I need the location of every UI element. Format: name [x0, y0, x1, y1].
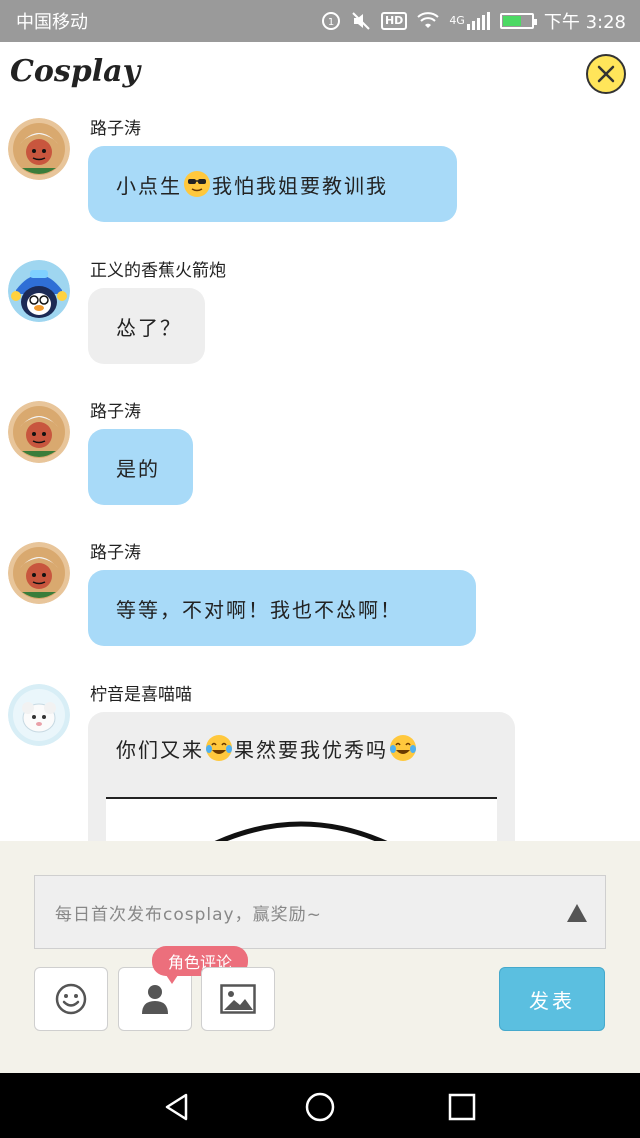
status-icons: 1 HD 4G 下午 3:28 [321, 8, 626, 34]
clock: 下午 3:28 [543, 12, 626, 33]
image-button[interactable] [201, 967, 275, 1031]
wifi-icon [417, 12, 439, 30]
attached-image[interactable] [106, 797, 497, 841]
message-bubble[interactable]: 小点生 我怕我姐要教训我 [88, 146, 457, 222]
network-type: 4G [449, 14, 465, 27]
input-placeholder: 每日首次发布cosplay，赢奖励~ [55, 905, 322, 925]
recents-icon [448, 1093, 476, 1121]
status-bar: 中国移动 1 HD 4G 下午 3:28 [0, 0, 640, 42]
message-text: 果然要我优秀吗 [234, 737, 388, 762]
close-icon [597, 65, 615, 83]
image-icon [220, 984, 256, 1014]
battery-icon [499, 13, 537, 29]
sender-name: 路子涛 [90, 119, 141, 139]
message-text: 是的 [116, 456, 160, 481]
send-button[interactable]: 发表 [499, 967, 605, 1031]
message-list[interactable]: 路子涛 小点生 我怕我姐要教训我 正义的香蕉火箭炮 怂了？ 路子涛 是的 路子涛 [0, 106, 640, 841]
person-icon [142, 985, 168, 1014]
drawing-image [214, 821, 388, 841]
alarm-icon: 1 [321, 11, 341, 31]
smiley-icon [55, 983, 87, 1015]
message-text: 等等，不对啊！我也不怂啊！ [116, 597, 402, 622]
sender-name: 正义的香蕉火箭炮 [90, 261, 226, 281]
emoji-button[interactable] [34, 967, 108, 1031]
sender-name: 路子涛 [90, 402, 141, 422]
page-title: Cosplay [10, 54, 141, 89]
recents-button[interactable] [446, 1091, 478, 1123]
home-icon [305, 1092, 335, 1122]
carrier-label: 中国移动 [16, 12, 88, 33]
signal-icon [466, 12, 490, 30]
tears-of-joy-emoji-icon [390, 735, 416, 761]
message-text: 怂了？ [116, 315, 182, 340]
battery-fill [502, 16, 521, 26]
composer-panel: 每日首次发布cosplay，赢奖励~ 角色评论 发表 [0, 841, 640, 1073]
comment-input[interactable]: 每日首次发布cosplay，赢奖励~ [34, 875, 606, 949]
message-text: 小点生 [116, 173, 182, 198]
avatar[interactable] [8, 542, 70, 604]
sender-name: 柠音是喜喵喵 [90, 685, 192, 705]
message-text-line: 你们又来 果然要我优秀吗 [116, 732, 497, 764]
expand-triangle-icon[interactable] [567, 904, 587, 922]
message-bubble[interactable]: 等等，不对啊！我也不怂啊！ [88, 570, 476, 646]
navigation-bar [0, 1073, 640, 1138]
message-text: 你们又来 [116, 737, 204, 762]
sunglasses-emoji-icon [184, 171, 210, 197]
avatar[interactable] [8, 260, 70, 322]
avatar[interactable] [8, 684, 70, 746]
avatar[interactable] [8, 118, 70, 180]
close-button[interactable] [586, 54, 626, 94]
message-text: 我怕我姐要教训我 [212, 173, 388, 198]
message-bubble[interactable]: 是的 [88, 429, 193, 505]
sender-name: 路子涛 [90, 543, 141, 563]
role-button[interactable] [118, 967, 192, 1031]
app-header: Cosplay [0, 42, 640, 106]
mute-icon [351, 11, 371, 31]
avatar[interactable] [8, 401, 70, 463]
hd-badge: HD [380, 12, 408, 30]
message-bubble[interactable]: 怂了？ [88, 288, 205, 364]
back-button[interactable] [161, 1091, 193, 1123]
svg-text:1: 1 [328, 17, 334, 28]
message-bubble[interactable]: 你们又来 果然要我优秀吗 [88, 712, 515, 841]
home-button[interactable] [304, 1091, 336, 1123]
tears-of-joy-emoji-icon [206, 735, 232, 761]
back-icon [165, 1093, 188, 1121]
